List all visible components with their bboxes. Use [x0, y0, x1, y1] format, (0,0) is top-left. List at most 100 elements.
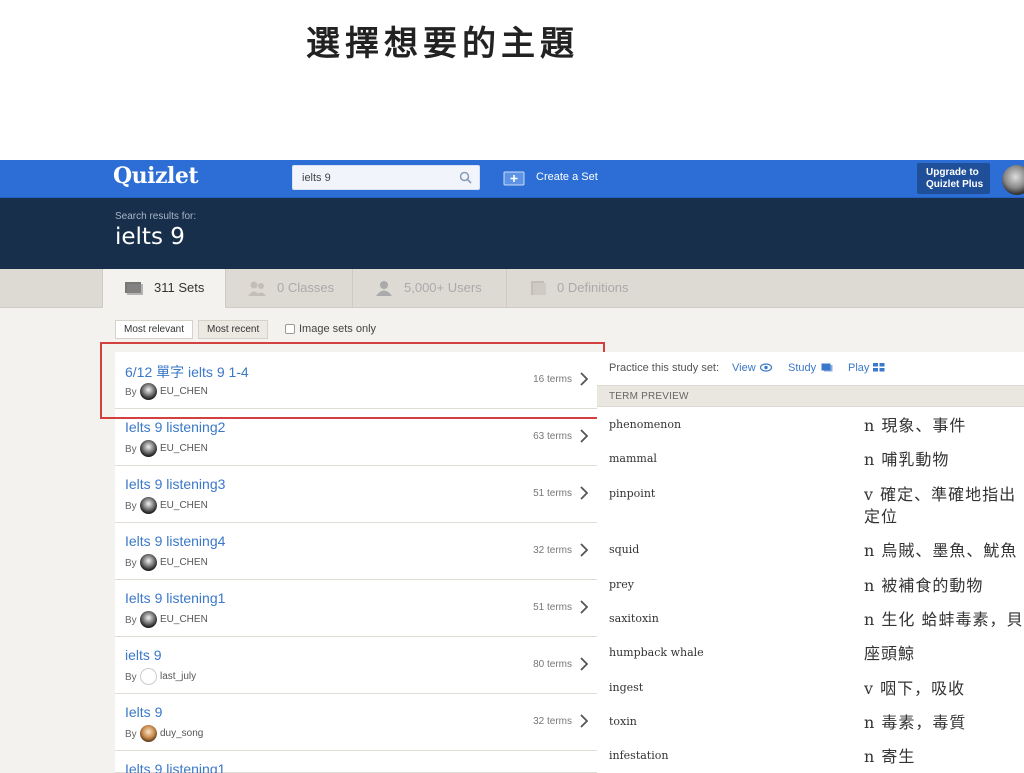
term-word: infestation [609, 749, 669, 762]
play-link[interactable]: Play [848, 362, 869, 374]
search-input[interactable] [293, 166, 453, 189]
tab-classes-label: 0 Classes [277, 280, 335, 295]
term-definition: n 哺乳動物 [864, 450, 950, 469]
term-definition: n 現象、事件 [864, 416, 967, 435]
term-word: toxin [609, 715, 637, 728]
username[interactable]: EU_CHEN [160, 557, 208, 568]
set-title[interactable]: Ielts 9 listening2 [125, 419, 225, 435]
chevron-right-icon[interactable] [580, 486, 588, 500]
set-row[interactable]: Ielts 9 listening3 By EU_CHEN 51 terms [115, 466, 597, 523]
tab-sets-label: 311 Sets [154, 280, 205, 295]
upgrade-button[interactable]: Upgrade to Quizlet Plus [917, 163, 990, 194]
by-label: By [125, 387, 137, 398]
set-title[interactable]: Ielts 9 listening1 [125, 590, 225, 606]
set-row[interactable]: Ielts 9 listening2 By EU_CHEN 63 terms [115, 409, 597, 466]
username[interactable]: EU_CHEN [160, 386, 208, 397]
user-avatar [140, 611, 157, 628]
quizlet-logo[interactable]: Quizlet [113, 163, 199, 189]
classes-icon [248, 281, 266, 296]
set-title[interactable]: Ielts 9 listening4 [125, 533, 225, 549]
term-preview-header: TERM PREVIEW [597, 385, 1024, 407]
username[interactable]: duy_song [160, 728, 203, 739]
term-definition: v 咽下，吸收 [864, 679, 966, 698]
user-avatar [140, 668, 157, 685]
username[interactable]: EU_CHEN [160, 443, 208, 454]
sort-most-relevant[interactable]: Most relevant [115, 320, 194, 339]
term-preview-panel: Practice this study set: View Study Play… [597, 352, 1024, 773]
set-row[interactable]: Ielts 9 By duy_song 32 terms [115, 694, 597, 751]
set-row[interactable]: Ielts 9 listening1 By EU_CHEN 51 terms [115, 580, 597, 637]
tab-classes[interactable]: 0 Classes [226, 269, 353, 308]
term-word: phenomenon [609, 418, 682, 431]
term-definition: n 寄生 [864, 747, 916, 766]
term-definition: n 生化 蛤蚌毒素，貝 [864, 610, 1024, 629]
view-link[interactable]: View [732, 362, 756, 374]
term-word: pinpoint [609, 487, 656, 500]
set-title[interactable]: Ielts 9 listening1 [125, 761, 225, 773]
user-avatar [140, 440, 157, 457]
image-sets-only-checkbox[interactable] [285, 324, 295, 334]
study-link[interactable]: Study [788, 362, 816, 374]
term-definition: n 烏賊、墨魚、魷魚 [864, 541, 1018, 560]
by-label: By [125, 615, 137, 626]
results-header: Search results for: ielts 9 [0, 198, 1024, 269]
term-preview-label: TERM PREVIEW [609, 391, 689, 402]
term-word: ingest [609, 681, 644, 694]
eye-icon[interactable] [760, 363, 772, 372]
game-grid-icon[interactable] [873, 363, 885, 372]
term-count: 80 terms [533, 659, 572, 670]
set-row[interactable]: Ielts 9 listening4 By EU_CHEN 32 terms [115, 523, 597, 580]
chevron-right-icon[interactable] [580, 714, 588, 728]
result-type-tabs: 311 Sets 0 Classes 5,000+ Users 0 Defini… [0, 269, 1024, 309]
term-word: prey [609, 578, 635, 591]
by-label: By [125, 558, 137, 569]
chevron-right-icon[interactable] [580, 429, 588, 443]
slide-title: 選擇想要的主題 [306, 24, 579, 64]
by-label: By [125, 444, 137, 455]
term-count: 32 terms [533, 716, 572, 727]
chevron-right-icon[interactable] [580, 372, 588, 386]
tab-users-label: 5,000+ Users [404, 280, 482, 295]
tab-definitions[interactable]: 0 Definitions [507, 269, 653, 308]
by-label: By [125, 729, 137, 740]
chevron-right-icon[interactable] [580, 657, 588, 671]
username[interactable]: last_july [160, 671, 196, 682]
sort-most-recent[interactable]: Most recent [198, 320, 269, 339]
search-results-label: Search results for: [115, 211, 197, 222]
set-row[interactable]: ielts 9 By last_july 80 terms [115, 637, 597, 694]
set-title[interactable]: ielts 9 [125, 647, 162, 663]
term-definition: 座頭鯨 [864, 644, 916, 663]
user-avatar [140, 497, 157, 514]
practice-label: Practice this study set: [609, 362, 720, 374]
by-label: By [125, 501, 137, 512]
username[interactable]: EU_CHEN [160, 500, 208, 511]
term-word: saxitoxin [609, 612, 659, 625]
term-count: 32 terms [533, 545, 572, 556]
set-row[interactable]: 6/12 單字 ielts 9 1-4 By EU_CHEN 16 terms [115, 352, 597, 409]
set-title[interactable]: Ielts 9 [125, 704, 162, 720]
upgrade-line1: Upgrade to [926, 167, 979, 178]
term-count: 51 terms [533, 488, 572, 499]
username[interactable]: EU_CHEN [160, 614, 208, 625]
tab-sets[interactable]: 311 Sets [102, 269, 226, 309]
term-definition: v 確定、準確地指出定位 [864, 485, 1017, 526]
chevron-right-icon[interactable] [580, 600, 588, 614]
term-count: 63 terms [533, 431, 572, 442]
account-avatar[interactable] [1002, 165, 1024, 195]
tab-users[interactable]: 5,000+ Users [353, 269, 507, 308]
user-avatar [140, 383, 157, 400]
set-title[interactable]: 6/12 單字 ielts 9 1-4 [125, 362, 249, 382]
search-box[interactable] [292, 165, 480, 190]
definitions-icon [531, 281, 546, 295]
study-cards-icon[interactable] [821, 363, 833, 372]
search-icon[interactable] [459, 171, 472, 184]
user-avatar [140, 554, 157, 571]
term-word: squid [609, 543, 640, 556]
chevron-right-icon[interactable] [580, 543, 588, 557]
tab-definitions-label: 0 Definitions [557, 280, 629, 295]
search-query-title: ielts 9 [115, 224, 185, 250]
set-title[interactable]: Ielts 9 listening3 [125, 476, 225, 492]
user-icon [376, 281, 392, 296]
top-navigation-bar: Quizlet Create a Set Upgrade to Quizlet … [0, 160, 1024, 198]
set-row[interactable]: Ielts 9 listening1 [115, 751, 597, 773]
